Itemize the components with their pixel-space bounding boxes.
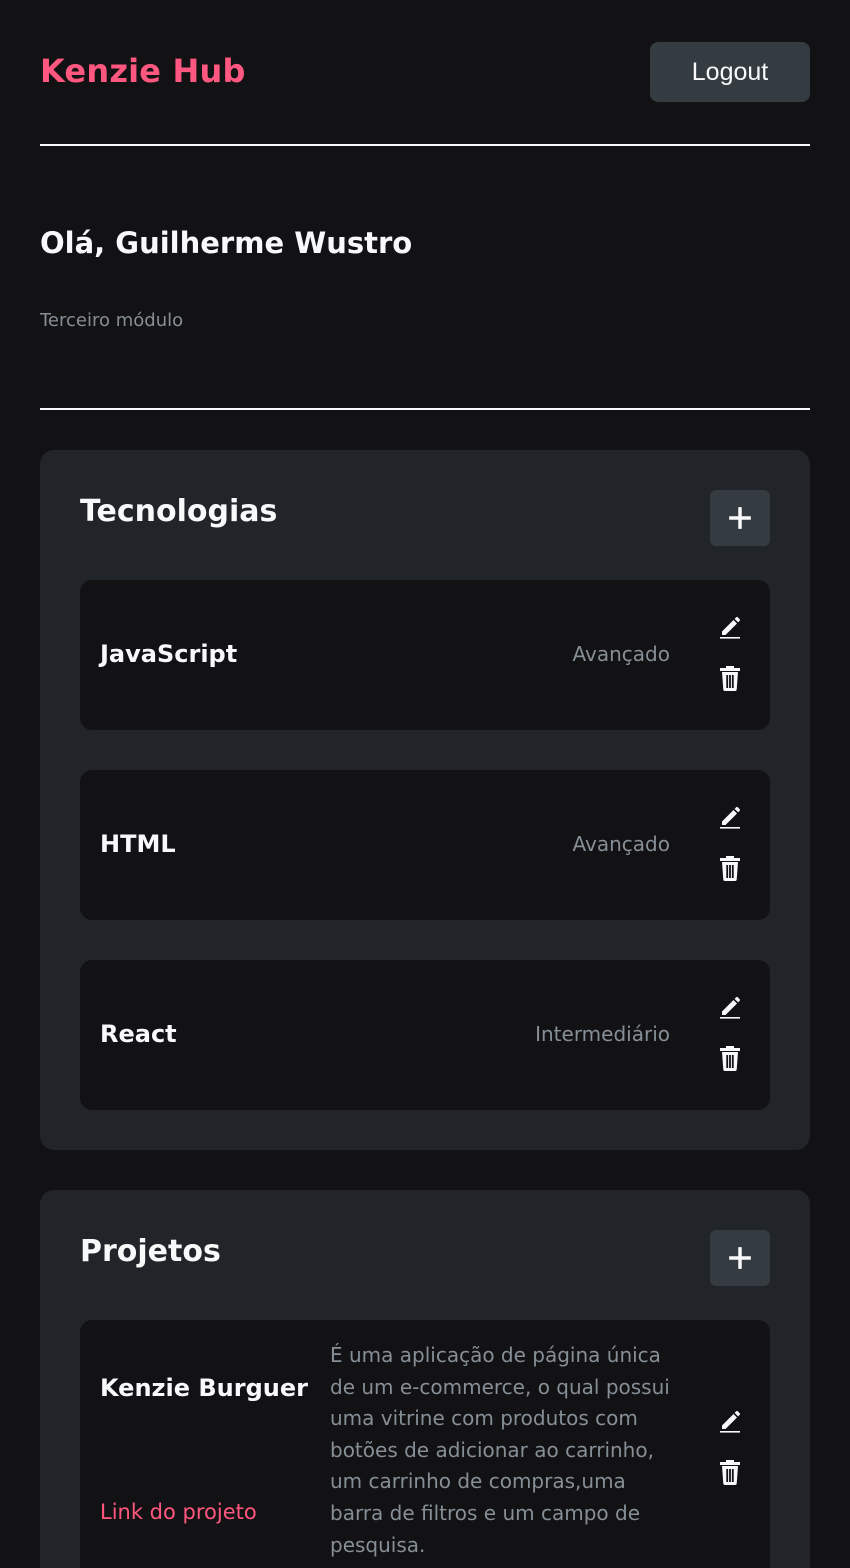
- project-link[interactable]: Link do projeto: [100, 1500, 257, 1524]
- technology-level: Avançado: [572, 642, 670, 666]
- technology-card[interactable]: HTML Avançado: [80, 770, 770, 920]
- header: Kenzie Hub Logout: [40, 42, 810, 102]
- dashboard-page: Kenzie Hub Logout Olá, Guilherme Wustro …: [0, 0, 850, 1568]
- technologies-title: Tecnologias: [80, 494, 278, 529]
- pencil-icon[interactable]: [716, 992, 744, 1020]
- trash-icon[interactable]: [716, 1044, 744, 1072]
- projects-title: Projetos: [80, 1234, 221, 1269]
- pencil-icon[interactable]: [716, 612, 744, 640]
- technology-name: React: [100, 1020, 177, 1048]
- pencil-icon[interactable]: [716, 1406, 744, 1434]
- technology-card[interactable]: JavaScript Avançado: [80, 580, 770, 730]
- trash-icon[interactable]: [716, 854, 744, 882]
- technology-level: Intermediário: [535, 1022, 670, 1046]
- project-name: Kenzie Burguer: [100, 1374, 308, 1402]
- technology-name: JavaScript: [100, 640, 238, 668]
- plus-icon: [729, 507, 751, 529]
- plus-icon: [729, 1247, 751, 1269]
- pencil-icon[interactable]: [716, 802, 744, 830]
- projects-section: Projetos Kenzie Burguer Link do projeto …: [40, 1190, 810, 1568]
- project-card[interactable]: Kenzie Burguer Link do projeto É uma apl…: [80, 1320, 770, 1568]
- technology-name: HTML: [100, 830, 176, 858]
- technology-level: Avançado: [572, 832, 670, 856]
- trash-icon[interactable]: [716, 664, 744, 692]
- logo: Kenzie Hub: [40, 52, 246, 90]
- add-technology-button[interactable]: [710, 490, 770, 546]
- trash-icon[interactable]: [716, 1458, 744, 1486]
- project-description: É uma aplicação de página única de um e-…: [330, 1343, 670, 1557]
- user-greeting: Olá, Guilherme Wustro: [40, 226, 413, 260]
- logout-button[interactable]: Logout: [650, 42, 810, 102]
- user-module: Terceiro módulo: [40, 310, 184, 331]
- header-divider: [40, 144, 810, 146]
- technology-card[interactable]: React Intermediário: [80, 960, 770, 1110]
- add-project-button[interactable]: [710, 1230, 770, 1286]
- technologies-section: Tecnologias JavaScript Avançado HTML Ava…: [40, 450, 810, 1150]
- profile-divider: [40, 408, 810, 410]
